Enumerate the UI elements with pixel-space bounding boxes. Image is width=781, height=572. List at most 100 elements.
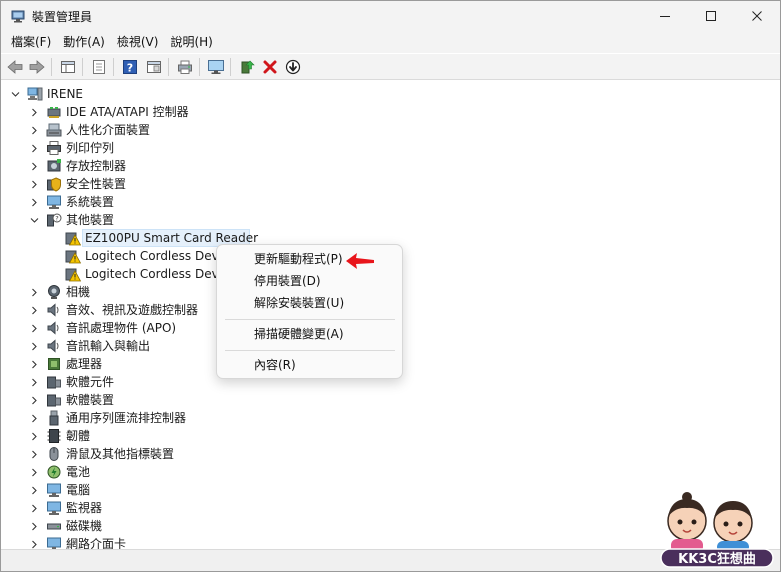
tree-item[interactable]: 電池 bbox=[1, 463, 401, 481]
enable-device-button[interactable] bbox=[283, 57, 303, 77]
software-device-icon bbox=[47, 394, 61, 407]
properties-sheet-button[interactable] bbox=[89, 57, 109, 77]
context-menu-disable-device[interactable]: 停用裝置(D) bbox=[217, 270, 402, 292]
help-icon: ? bbox=[123, 60, 137, 75]
watermark-text: KK3C狂想曲 bbox=[678, 551, 756, 567]
console-view-button[interactable] bbox=[144, 57, 164, 77]
chevron-right-icon[interactable] bbox=[29, 337, 39, 355]
ide-icon bbox=[47, 107, 61, 118]
tree-item[interactable]: 電腦 bbox=[1, 481, 401, 499]
chevron-down-icon[interactable] bbox=[10, 85, 20, 103]
maximize-icon bbox=[706, 11, 716, 21]
system-icon bbox=[47, 195, 61, 209]
tree-root[interactable]: IRENE bbox=[1, 85, 301, 103]
disk-icon bbox=[47, 523, 61, 530]
chevron-right-icon[interactable] bbox=[29, 427, 39, 445]
tree-item-label: 網路介面卡 bbox=[66, 537, 127, 549]
tree-item[interactable]: 列印佇列 bbox=[1, 139, 401, 157]
show-hide-console-tree-button[interactable] bbox=[58, 57, 78, 77]
computer-icon bbox=[27, 87, 43, 101]
context-menu-separator bbox=[225, 350, 395, 351]
back-arrow-icon bbox=[7, 60, 23, 74]
toolbar-separator bbox=[113, 58, 114, 76]
back-button[interactable] bbox=[5, 57, 25, 77]
tree-item[interactable]: 滑鼠及其他指標裝置 bbox=[1, 445, 401, 463]
device-manager-app-icon bbox=[11, 10, 25, 23]
tree-item-label: 音訊輸入與輸出 bbox=[66, 339, 151, 353]
chevron-right-icon[interactable] bbox=[29, 103, 39, 121]
toolbar-separator bbox=[51, 58, 52, 76]
context-menu-properties[interactable]: 內容(R) bbox=[217, 354, 402, 376]
chevron-right-icon[interactable] bbox=[29, 535, 39, 549]
tree-item[interactable]: 磁碟機 bbox=[1, 517, 401, 535]
title-bar: 裝置管理員 bbox=[1, 1, 780, 31]
tree-item[interactable]: 系統裝置 bbox=[1, 193, 401, 211]
chevron-right-icon[interactable] bbox=[29, 409, 39, 427]
tree-item[interactable]: 監視器 bbox=[1, 499, 401, 517]
uninstall-device-button[interactable] bbox=[260, 57, 280, 77]
chevron-right-icon[interactable] bbox=[29, 445, 39, 463]
context-menu-scan-hardware[interactable]: 掃描硬體變更(A) bbox=[217, 323, 402, 345]
chevron-right-icon[interactable] bbox=[29, 301, 39, 319]
context-menu-uninstall-device[interactable]: 解除安裝裝置(U) bbox=[217, 292, 402, 314]
print-button[interactable] bbox=[175, 57, 195, 77]
firmware-icon bbox=[47, 429, 61, 443]
tree-item[interactable]: IDE ATA/ATAPI 控制器 bbox=[1, 103, 401, 121]
chevron-down-icon[interactable] bbox=[29, 211, 39, 229]
tree-item-label: 滑鼠及其他指標裝置 bbox=[66, 447, 175, 461]
tree-item[interactable]: 安全性裝置 bbox=[1, 175, 401, 193]
minimize-button[interactable] bbox=[642, 1, 688, 31]
close-button[interactable] bbox=[734, 1, 780, 31]
window-title: 裝置管理員 bbox=[32, 10, 93, 24]
tree-item-label: 系統裝置 bbox=[66, 195, 115, 209]
svg-text:?: ? bbox=[127, 62, 133, 75]
menu-file[interactable]: 檔案(F) bbox=[5, 31, 57, 53]
chevron-right-icon[interactable] bbox=[29, 517, 39, 535]
tree-item-label: 電池 bbox=[66, 465, 91, 479]
toolbar-separator bbox=[230, 58, 231, 76]
tree-item[interactable]: 軟體裝置 bbox=[1, 391, 401, 409]
help-button[interactable]: ? bbox=[120, 57, 140, 77]
forward-button[interactable] bbox=[27, 57, 47, 77]
chevron-right-icon[interactable] bbox=[29, 175, 39, 193]
chevron-right-icon[interactable] bbox=[29, 121, 39, 139]
chevron-right-icon[interactable] bbox=[29, 139, 39, 157]
update-driver-button[interactable] bbox=[237, 57, 257, 77]
scan-hardware-button[interactable] bbox=[206, 57, 226, 77]
chevron-right-icon[interactable] bbox=[29, 319, 39, 337]
chevron-right-icon[interactable] bbox=[29, 463, 39, 481]
tree-item-label: 其他裝置 bbox=[66, 213, 115, 227]
tree-item-label: 電腦 bbox=[66, 483, 91, 497]
tree-item[interactable]: 人性化介面裝置 bbox=[1, 121, 401, 139]
menu-view[interactable]: 檢視(V) bbox=[111, 31, 165, 53]
network-icon bbox=[47, 537, 61, 549]
tree-item[interactable]: 通用序列匯流排控制器 bbox=[1, 409, 401, 427]
maximize-button[interactable] bbox=[688, 1, 734, 31]
chevron-right-icon[interactable] bbox=[29, 283, 39, 301]
tree-item-label: 軟體裝置 bbox=[66, 393, 115, 407]
chevron-right-icon[interactable] bbox=[29, 391, 39, 409]
chevron-right-icon[interactable] bbox=[29, 481, 39, 499]
tree-item-label: 安全性裝置 bbox=[66, 177, 127, 191]
chevron-right-icon[interactable] bbox=[29, 373, 39, 391]
tree-item-expanded[interactable]: ? 其他裝置 bbox=[1, 211, 401, 229]
chevron-right-icon[interactable] bbox=[29, 193, 39, 211]
menu-help[interactable]: 說明(H) bbox=[164, 31, 218, 53]
chevron-right-icon[interactable] bbox=[29, 157, 39, 175]
monitor-icon bbox=[47, 501, 61, 515]
processor-icon bbox=[48, 358, 60, 370]
tree-item[interactable]: 韌體 bbox=[1, 427, 401, 445]
red-x-icon bbox=[263, 60, 277, 74]
toolbar-separator bbox=[199, 58, 200, 76]
tree-item[interactable]: 存放控制器 bbox=[1, 157, 401, 175]
tree-root-label: IRENE bbox=[47, 87, 84, 101]
console-tree-icon bbox=[61, 61, 75, 73]
chevron-right-icon[interactable] bbox=[29, 499, 39, 517]
tree-item-label: 通用序列匯流排控制器 bbox=[66, 411, 187, 425]
chevron-right-icon[interactable] bbox=[29, 355, 39, 373]
update-driver-icon bbox=[241, 60, 255, 74]
tree-item[interactable]: 網路介面卡 bbox=[1, 535, 401, 549]
computer-icon bbox=[47, 483, 61, 497]
menu-action[interactable]: 動作(A) bbox=[57, 31, 111, 53]
red-annotation-arrow-icon bbox=[346, 253, 374, 269]
